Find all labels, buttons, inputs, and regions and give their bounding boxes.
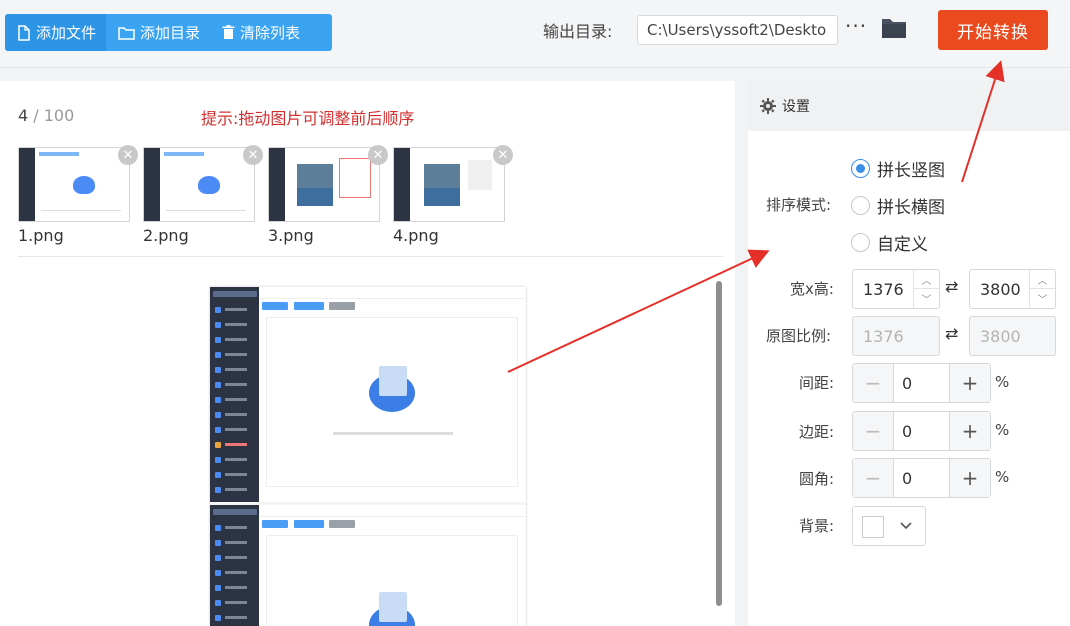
start-convert-button[interactable]: 开始转换 <box>938 10 1048 50</box>
add-directory-label: 添加目录 <box>140 24 201 42</box>
remove-thumbnail-button[interactable]: ✕ <box>243 145 263 165</box>
swap-icon: ⇄ <box>945 324 959 343</box>
radio-checked-icon <box>851 159 870 178</box>
open-folder-icon[interactable] <box>881 17 907 39</box>
remove-thumbnail-button[interactable]: ✕ <box>118 145 138 165</box>
remove-thumbnail-button[interactable]: ✕ <box>493 145 513 165</box>
preview-screen-2 <box>210 505 526 626</box>
plus-icon[interactable]: + <box>949 459 990 497</box>
height-value: 3800 <box>980 280 1021 299</box>
file-count-current: 4 <box>18 106 29 125</box>
sort-option-label: 自定义 <box>877 235 928 255</box>
reorder-hint: 提示:拖动图片可调整前后顺序 <box>201 109 415 128</box>
plus-icon[interactable]: + <box>949 364 990 402</box>
thumbnail-image[interactable] <box>268 147 380 222</box>
increment-icon[interactable]: ︿ <box>1030 270 1055 289</box>
file-icon <box>18 24 30 41</box>
clear-list-button[interactable]: 清除列表 <box>210 14 310 51</box>
corner-radius-value[interactable]: 0 <box>894 459 949 497</box>
increment-icon[interactable]: ︿ <box>914 270 939 289</box>
add-directory-button[interactable]: 添加目录 <box>106 14 210 51</box>
toolbar: 添加文件 添加目录 清除列表 输出目录: C:\Users\yssoft2\De… <box>0 0 1070 68</box>
more-options-icon[interactable]: ··· <box>845 14 867 38</box>
spacing-value[interactable]: 0 <box>894 364 949 402</box>
thumbnail-image[interactable] <box>18 147 130 222</box>
file-count-separator: / <box>28 106 44 125</box>
sort-option-horizontal[interactable]: 拼长横图 <box>851 193 945 218</box>
file-list-panel: 4 / 100 提示:拖动图片可调整前后顺序 ✕ 1.png ✕ 2.png ✕… <box>0 81 735 626</box>
add-file-label: 添加文件 <box>36 24 97 42</box>
thumbnail-strip: ✕ 1.png ✕ 2.png ✕ 3.png ✕ 4.png <box>18 145 518 245</box>
margin-unit: % <box>995 421 1010 439</box>
thumbnail-filename: 1.png <box>18 226 64 245</box>
radio-unchecked-icon <box>851 233 870 252</box>
thumbnail-item[interactable]: ✕ 4.png <box>393 145 513 245</box>
sort-option-label: 拼长横图 <box>877 198 945 218</box>
folder-outline-icon <box>118 26 135 40</box>
margin-value[interactable]: 0 <box>894 412 949 450</box>
thumbnail-item[interactable]: ✕ 1.png <box>18 145 138 245</box>
thumbnail-item[interactable]: ✕ 2.png <box>143 145 263 245</box>
width-input[interactable]: 1376 ︿ ﹀ <box>852 269 940 309</box>
thumbnail-image[interactable] <box>143 147 255 222</box>
preview-screen-1 <box>210 287 526 502</box>
settings-header: 设置 <box>748 81 1070 131</box>
margin-stepper[interactable]: − 0 + <box>852 411 991 451</box>
thumbnail-filename: 2.png <box>143 226 189 245</box>
sort-option-custom[interactable]: 自定义 <box>851 230 928 255</box>
size-label: 宽x高: <box>790 280 834 298</box>
corner-radius-unit: % <box>995 468 1010 486</box>
stitched-preview <box>210 287 526 626</box>
background-label: 背景: <box>799 517 835 535</box>
decrement-icon[interactable]: ﹀ <box>1030 289 1055 308</box>
ratio-width-input: 1376 <box>852 316 940 356</box>
radio-unchecked-icon <box>851 196 870 215</box>
decrement-icon[interactable]: ﹀ <box>914 289 939 308</box>
minus-icon[interactable]: − <box>853 364 894 402</box>
thumbnail-image[interactable] <box>393 147 505 222</box>
remove-thumbnail-button[interactable]: ✕ <box>368 145 388 165</box>
thumbnail-filename: 4.png <box>393 226 439 245</box>
color-swatch <box>862 516 884 538</box>
sort-option-vertical[interactable]: 拼长竖图 <box>851 156 945 181</box>
margin-label: 边距: <box>799 423 835 441</box>
chevron-down-icon <box>900 522 912 530</box>
settings-title: 设置 <box>782 99 810 115</box>
list-divider <box>18 256 723 257</box>
minus-icon[interactable]: − <box>853 459 894 497</box>
height-input[interactable]: 3800 ︿ ﹀ <box>969 269 1056 309</box>
corner-radius-label: 圆角: <box>799 470 835 488</box>
preview-scrollbar[interactable] <box>716 281 722 606</box>
trash-icon <box>222 25 235 39</box>
ratio-height-value: 3800 <box>980 327 1021 346</box>
file-count: 4 / 100 <box>18 106 74 125</box>
original-ratio-label: 原图比例: <box>766 327 832 345</box>
gear-icon <box>760 98 776 114</box>
width-value: 1376 <box>863 280 904 299</box>
corner-radius-stepper[interactable]: − 0 + <box>852 458 991 498</box>
plus-icon[interactable]: + <box>949 412 990 450</box>
output-directory-label: 输出目录: <box>543 22 613 41</box>
minus-icon[interactable]: − <box>853 412 894 450</box>
spacing-stepper[interactable]: − 0 + <box>852 363 991 403</box>
settings-panel: 设置 排序模式: 拼长竖图 拼长横图 自定义 宽x高: 1376 ︿ ﹀ ⇄ 38… <box>748 81 1070 626</box>
thumbnail-item[interactable]: ✕ 3.png <box>268 145 388 245</box>
sort-mode-label: 排序模式: <box>766 196 832 214</box>
file-count-total: 100 <box>43 106 75 125</box>
background-color-picker[interactable] <box>852 506 926 546</box>
ratio-width-value: 1376 <box>863 327 904 346</box>
spacing-label: 间距: <box>799 374 835 392</box>
output-directory-input[interactable]: C:\Users\yssoft2\Deskto <box>637 15 838 45</box>
clear-list-label: 清除列表 <box>240 24 301 42</box>
sort-option-label: 拼长竖图 <box>877 161 945 181</box>
add-file-button[interactable]: 添加文件 <box>5 14 107 51</box>
ratio-height-input: 3800 <box>969 316 1056 356</box>
file-button-group: 添加文件 添加目录 清除列表 <box>5 14 332 51</box>
spacing-unit: % <box>995 373 1010 391</box>
swap-icon[interactable]: ⇄ <box>945 277 958 296</box>
thumbnail-filename: 3.png <box>268 226 314 245</box>
